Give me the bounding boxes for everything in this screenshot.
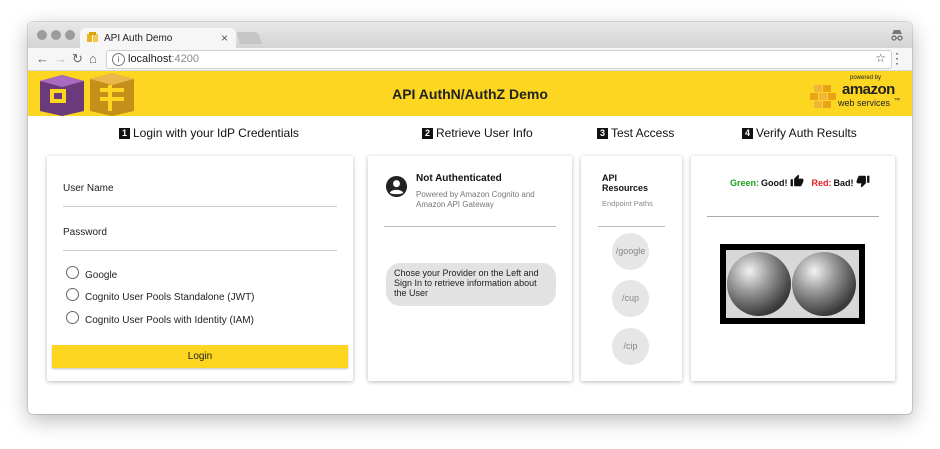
thumbs-up-icon (790, 174, 803, 187)
bubble-line2: Sign In to retrieve information about (394, 278, 537, 288)
forward-icon[interactable]: → (54, 51, 67, 66)
reload-icon[interactable]: ↻ (72, 51, 83, 67)
url-input[interactable]: i localhost:4200 ☆ (106, 50, 892, 69)
radio-cognito-jwt[interactable] (66, 288, 79, 301)
tab-title: API Auth Demo (104, 33, 173, 44)
result-spheres (726, 250, 859, 318)
auth-result-indicator (720, 244, 865, 324)
aws-web-services: web services (838, 98, 891, 108)
password-label: Password (63, 227, 107, 238)
step-1-heading: 1 Login with your IdP Credentials (119, 126, 299, 140)
api-title-line2: Resources (602, 183, 649, 193)
api-subtitle: Endpoint Paths (602, 199, 653, 208)
auth-desc-line1: Powered by Amazon Cognito and (416, 190, 535, 199)
maximize-window-button[interactable] (65, 30, 75, 40)
bubble-line1: Chose your Provider on the Left and (394, 268, 539, 278)
info-icon[interactable]: i (112, 53, 125, 66)
browser-menu-icon[interactable]: ⋮ (890, 50, 904, 67)
step-4-badge: 4 (742, 127, 753, 139)
result-sphere-1 (727, 252, 791, 316)
app-header: API AuthN/AuthZ Demo powered by amazon w… (28, 71, 912, 116)
aws-trademark: ™ (894, 98, 900, 104)
result-sphere-2 (792, 252, 856, 316)
step-3-badge: 3 (597, 127, 608, 139)
auth-status: Not Authenticated (416, 173, 502, 184)
step-2-label: Retrieve User Info (436, 126, 533, 140)
radio-google[interactable] (66, 266, 79, 279)
page-title: API AuthN/AuthZ Demo (392, 86, 548, 102)
username-input[interactable] (63, 206, 337, 207)
aws-boxes-icon (810, 85, 836, 108)
close-window-button[interactable] (37, 30, 47, 40)
url-text: localhost:4200 (128, 53, 199, 65)
endpoint-cup-button[interactable]: /cup (612, 280, 649, 317)
browser-tab[interactable]: API Auth Demo × (80, 28, 236, 48)
info-bubble: Chose your Provider on the Left and Sign… (386, 263, 556, 306)
auth-desc-line2: Amazon API Gateway (416, 200, 494, 209)
url-host: localhost (128, 53, 172, 65)
aws-logo: powered by amazon web services ™ (808, 75, 900, 111)
step-4-label: Verify Auth Results (756, 126, 857, 140)
url-port: :4200 (171, 53, 199, 65)
login-button[interactable]: Login (52, 345, 348, 368)
radio-cognito-iam[interactable] (66, 311, 79, 324)
step-4-heading: 4 Verify Auth Results (742, 126, 857, 140)
divider (707, 216, 879, 217)
step-1-badge: 1 (119, 127, 130, 139)
radio-cognito-jwt-label: Cognito User Pools Standalone (JWT) (85, 292, 255, 303)
address-bar: ← → ↻ ⌂ i localhost:4200 ☆ ⋮ (28, 48, 912, 71)
endpoint-cip-button[interactable]: /cip (612, 328, 649, 365)
minimize-window-button[interactable] (51, 30, 61, 40)
tab-bar: API Auth Demo × (28, 22, 912, 48)
legend-red-label: Red: (811, 178, 832, 188)
api-title-line1: API (602, 173, 618, 183)
account-circle-icon (385, 175, 408, 198)
step-3-label: Test Access (611, 126, 675, 140)
divider (384, 226, 556, 227)
radio-cognito-iam-label: Cognito User Pools with Identity (IAM) (85, 315, 254, 326)
step-2-badge: 2 (422, 127, 433, 139)
back-icon[interactable]: ← (36, 51, 49, 66)
divider (598, 226, 665, 227)
radio-google-label: Google (85, 270, 118, 281)
bubble-line3: the User (394, 288, 429, 298)
legend-bad: Bad! (833, 178, 854, 188)
aws-amazon: amazon (842, 81, 895, 98)
browser-window: API Auth Demo × ← → ↻ ⌂ i localhost:4200… (28, 22, 912, 414)
new-tab-button[interactable] (235, 32, 263, 44)
step-1-label: Login with your IdP Credentials (133, 126, 299, 140)
step-2-heading: 2 Retrieve User Info (422, 126, 533, 140)
star-icon[interactable]: ☆ (875, 51, 886, 65)
legend: Green: Good! Red: Bad! (730, 174, 870, 188)
thumbs-down-icon (856, 175, 869, 188)
legend-good: Good! (761, 178, 788, 188)
incognito-icon (891, 30, 903, 41)
username-label: User Name (63, 183, 114, 194)
password-input[interactable] (63, 250, 337, 251)
aws-favicon-icon (87, 32, 98, 42)
tab-close-icon[interactable]: × (221, 31, 228, 45)
step-3-heading: 3 Test Access (597, 126, 674, 140)
endpoint-google-button[interactable]: /google (612, 233, 649, 270)
legend-green-label: Green: (730, 178, 760, 188)
home-icon[interactable]: ⌂ (89, 51, 97, 66)
